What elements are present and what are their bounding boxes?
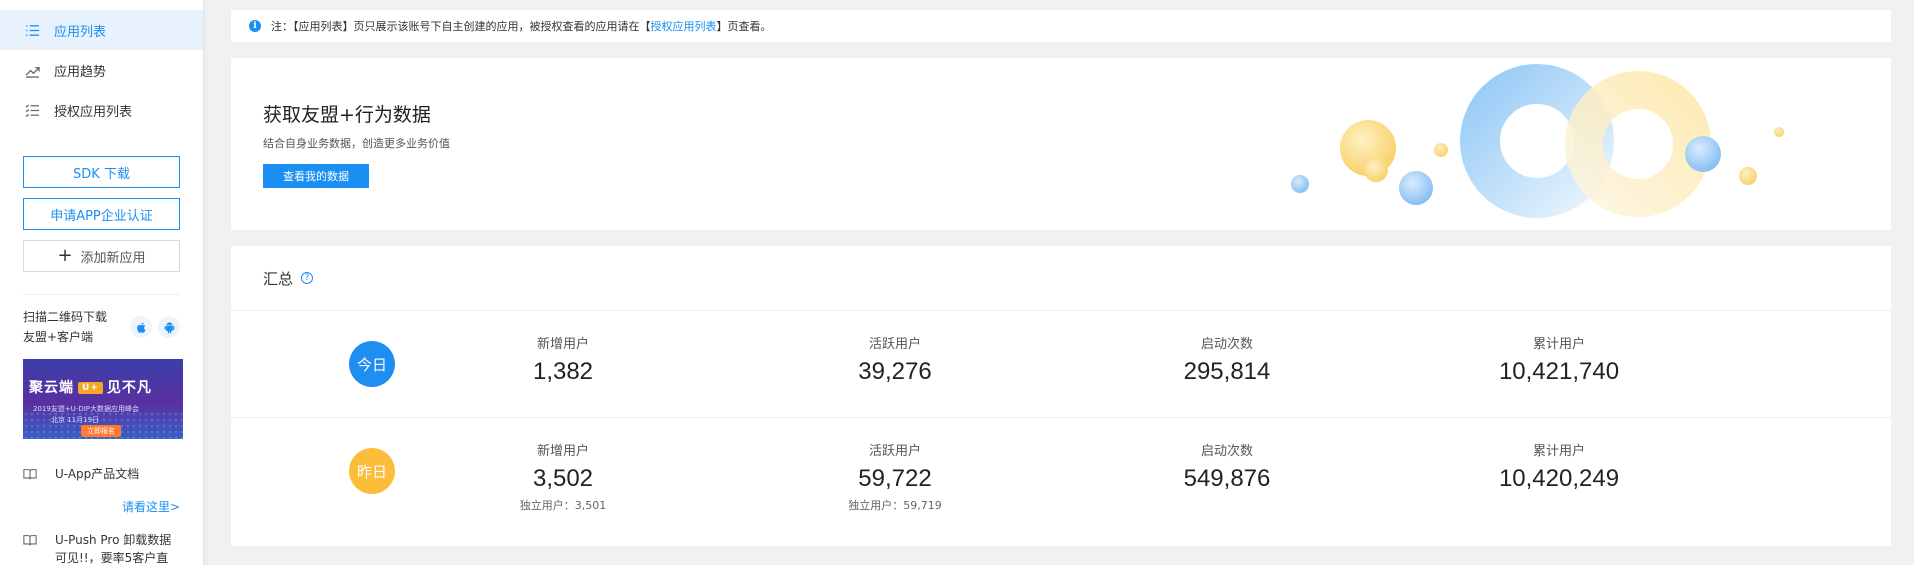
promo-card: 获取友盟+行为数据 结合自身业务数据，创造更多业务价值 查看我的数据 [231, 58, 1891, 230]
banner-title-box: U+ [78, 382, 103, 394]
metric-label: 新增用户 [536, 444, 589, 459]
today-badge: 今日 [349, 341, 395, 387]
metric-new-users: 新增用户 3,502 独立用户：3,501 [443, 444, 683, 514]
qr-text: 扫描二维码下载 友盟+客户端 [23, 307, 107, 347]
add-app-label: 添加新应用 [80, 250, 146, 266]
banner-title: 聚云端 U+ 见不凡 [29, 377, 152, 397]
deco-bubble [1685, 136, 1721, 172]
deco-bubble [1434, 143, 1448, 157]
trend-icon [24, 62, 40, 78]
doc-u-app-label: U-App产品文档 [55, 467, 140, 481]
deco-bubble [1565, 71, 1711, 217]
metric-label: 累计用户 [1532, 337, 1585, 352]
view-my-data-button[interactable]: 查看我的数据 [263, 164, 369, 188]
deco-bubble [1774, 127, 1784, 137]
metric-value: 295,814 [1183, 358, 1271, 385]
deco-bubble [1364, 158, 1388, 182]
metric-label: 活跃用户 [868, 337, 921, 352]
promo-illustration [1291, 64, 1784, 218]
metric-label: 活跃用户 [868, 444, 921, 459]
sidebar-item-label: 应用趋势 [54, 64, 107, 80]
plus-icon: + [57, 245, 73, 266]
sidebar-item-app-trend[interactable]: 应用趋势 [0, 50, 203, 90]
metric-unique-users: 独立用户：3,501 [519, 499, 607, 512]
sidebar: 应用列表 应用趋势 授权应用列表 SDK 下载 申请APP企业认证 + 添加新应… [0, 0, 204, 565]
summary-row-yesterday: 昨日 新增用户 3,502 独立用户：3,501 活跃用户 59,722 独立用… [231, 418, 1891, 525]
metric-value: 549,876 [1183, 465, 1271, 492]
info-icon: i [249, 20, 261, 32]
deco-bubble [1739, 167, 1757, 185]
book-icon [23, 535, 37, 546]
list-icon [24, 22, 40, 38]
metric-label: 新增用户 [536, 337, 589, 352]
metric-total-users: 累计用户 10,420,249 [1439, 444, 1679, 496]
sidebar-item-label: 授权应用列表 [54, 104, 133, 120]
sidebar-item-app-list[interactable]: 应用列表 [0, 10, 203, 50]
metric-active-users: 活跃用户 39,276 [775, 337, 1015, 389]
doc-u-push-line-2: 可见!!，要率5客户直通 [54, 551, 169, 565]
doc-u-app[interactable]: U-App产品文档 [23, 465, 180, 482]
yesterday-badge: 昨日 [349, 448, 395, 494]
summary-card: 汇总 ? 今日 新增用户 1,382 活跃用户 39,276 启动次数 295,… [231, 246, 1891, 546]
book-icon [23, 469, 37, 480]
sidebar-item-label: 应用列表 [54, 24, 107, 40]
android-icon[interactable] [158, 316, 180, 338]
promo-banner[interactable]: 聚云端 U+ 见不凡 2019友盟+U-DIP大数据应用峰会 北京 11月19日 立… [23, 359, 183, 439]
metric-value: 10,421,740 [1498, 358, 1620, 385]
metric-active-users: 活跃用户 59,722 独立用户：59,719 [775, 444, 1015, 514]
see-here-link[interactable]: 请看这里> [23, 498, 180, 515]
add-app-button[interactable]: + 添加新应用 [23, 240, 180, 272]
metric-value: 1,382 [532, 358, 594, 385]
qr-download-row: 扫描二维码下载 友盟+客户端 [23, 294, 180, 347]
summary-header: 汇总 ? [231, 246, 1891, 311]
qr-line-1: 扫描二维码下载 [23, 310, 108, 324]
doc-u-push-line-1: U-Push Pro 卸载数据 [54, 533, 172, 547]
summary-title: 汇总 [263, 269, 294, 288]
banner-title-right: 见不凡 [106, 380, 152, 396]
checklist-icon [24, 102, 40, 118]
doc-u-push[interactable]: U-Push Pro 卸载数据 可见!!，要率5客户直通 [23, 531, 180, 565]
sdk-download-button[interactable]: SDK 下载 [23, 156, 180, 188]
metric-launches: 启动次数 549,876 [1107, 444, 1347, 496]
summary-row-today: 今日 新增用户 1,382 活跃用户 39,276 启动次数 295,814 累… [231, 311, 1891, 418]
enterprise-cert-button[interactable]: 申请APP企业认证 [23, 198, 180, 230]
deco-bubble [1291, 175, 1309, 193]
authorized-apps-link[interactable]: 授权应用列表 [651, 18, 717, 34]
metric-value: 39,276 [858, 358, 932, 385]
banner-subtitle-2: 北京 11月19日 [51, 416, 100, 424]
notice-prefix: 注：【应用列表】页只展示该账号下自主创建的应用，被授权查看的应用请在【 [271, 20, 651, 33]
metric-label: 启动次数 [1200, 337, 1253, 352]
metric-value: 10,420,249 [1498, 465, 1620, 492]
help-icon[interactable]: ? [301, 272, 314, 284]
notice-bar: i 注：【应用列表】页只展示该账号下自主创建的应用，被授权查看的应用请在【 授权应… [231, 10, 1891, 42]
metric-value: 59,722 [858, 465, 932, 492]
metric-unique-users: 独立用户：59,719 [848, 499, 942, 512]
metric-new-users: 新增用户 1,382 [443, 337, 683, 389]
notice-suffix: 】页查看。 [716, 20, 772, 33]
banner-cta: 立即报名 [81, 425, 121, 437]
metric-launches: 启动次数 295,814 [1107, 337, 1347, 389]
metric-label: 启动次数 [1200, 444, 1253, 459]
sidebar-item-authorized-apps[interactable]: 授权应用列表 [0, 90, 203, 130]
metric-value: 3,502 [532, 465, 594, 492]
deco-bubble [1399, 171, 1433, 205]
metric-total-users: 累计用户 10,421,740 [1439, 337, 1679, 389]
metric-label: 累计用户 [1532, 444, 1585, 459]
banner-title-left: 聚云端 [29, 380, 74, 396]
doc-u-push-label: U-Push Pro 卸载数据 可见!!，要率5客户直通 [55, 531, 180, 565]
banner-subtitle: 2019友盟+U-DIP大数据应用峰会 [33, 405, 140, 413]
qr-line-2: 友盟+客户端 [23, 330, 94, 344]
promo-title: 获取友盟+行为数据 [263, 104, 431, 126]
os-icons [130, 316, 180, 338]
apple-icon[interactable] [130, 316, 152, 338]
promo-subtitle: 结合自身业务数据，创造更多业务价值 [263, 137, 450, 150]
